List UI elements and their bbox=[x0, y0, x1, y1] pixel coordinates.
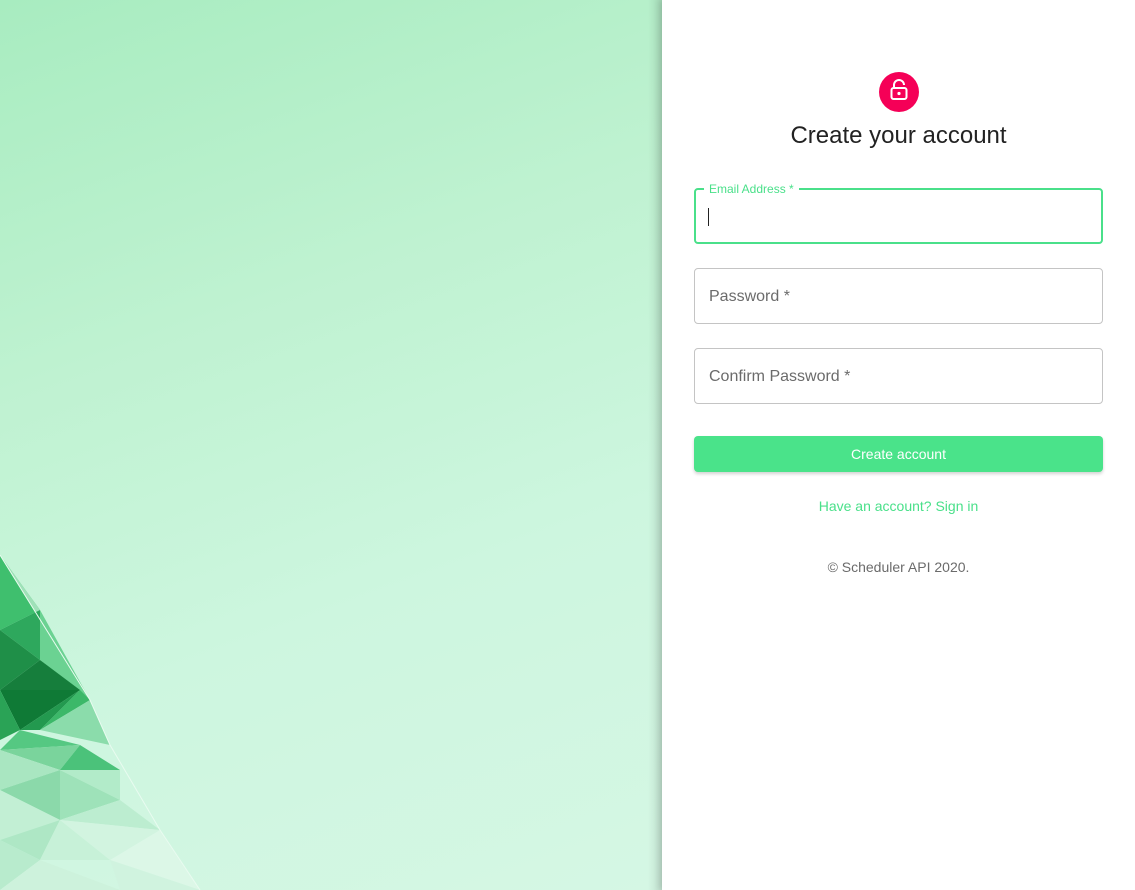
copyright-text: © Scheduler API 2020. bbox=[827, 559, 970, 575]
email-field-label: Email Address * bbox=[704, 181, 799, 197]
hero-edge-shadow bbox=[648, 0, 662, 890]
password-field-label: Password * bbox=[709, 288, 790, 305]
create-account-button[interactable]: Create account bbox=[694, 436, 1103, 472]
password-field[interactable]: Password * bbox=[694, 268, 1103, 324]
email-field[interactable]: Email Address * bbox=[694, 181, 1103, 244]
hero-background bbox=[0, 0, 662, 890]
page-title: Create your account bbox=[790, 122, 1007, 149]
confirm-password-field[interactable]: Confirm Password * bbox=[694, 348, 1103, 404]
signup-page: Create your account Email Address * Pass… bbox=[0, 0, 1135, 890]
signup-panel: Create your account Email Address * Pass… bbox=[662, 0, 1135, 890]
lock-icon bbox=[889, 78, 909, 106]
text-cursor bbox=[708, 208, 709, 226]
lock-avatar bbox=[879, 72, 919, 112]
sign-in-link[interactable]: Have an account? Sign in bbox=[662, 497, 1135, 515]
polygon-decoration bbox=[0, 554, 201, 890]
confirm-password-field-label: Confirm Password * bbox=[709, 368, 851, 385]
